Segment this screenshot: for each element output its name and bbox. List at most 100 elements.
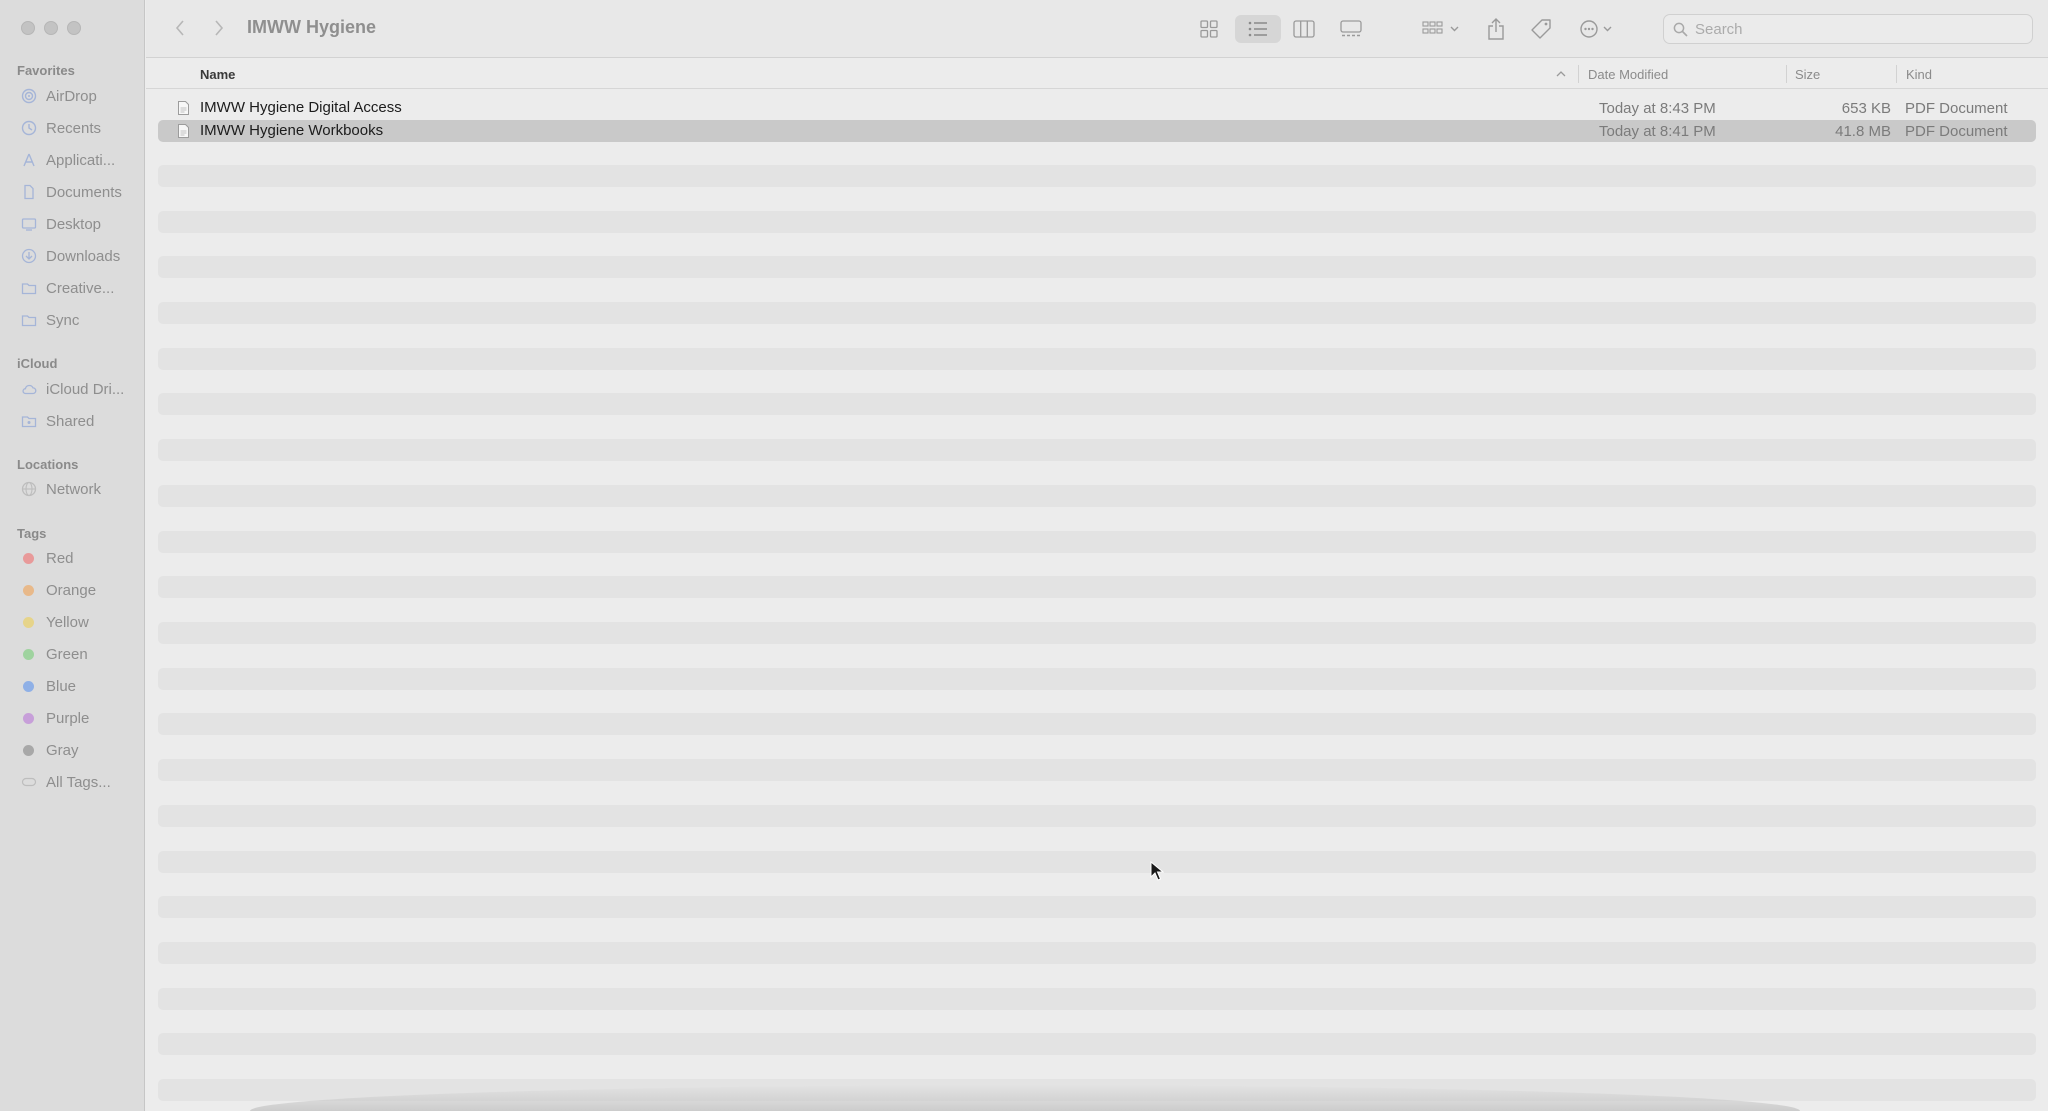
file-date: Today at 8:41 PM [1599,123,1716,140]
empty-row-stripe [158,988,2036,1010]
sidebar-item-creative[interactable]: Creative... [20,276,142,300]
sidebar-item-label: iCloud Dri... [46,380,125,398]
empty-row-stripe [158,851,2036,873]
cloud-icon [20,381,37,398]
empty-row-stripe [158,256,2036,278]
sidebar-item-desktop[interactable]: Desktop [20,212,142,236]
sidebar-tag-yellow[interactable]: Yellow [20,610,142,634]
sidebar-item-label: Desktop [46,215,102,233]
clock-icon [20,120,37,137]
tag-dot-icon [23,744,34,756]
sidebar-item-sync[interactable]: Sync [20,308,142,332]
window-controls [21,21,81,35]
column-header-kind[interactable]: Kind [1906,59,1932,89]
icon-view-button[interactable] [1194,15,1224,43]
tags-heading: Tags [17,526,47,541]
sidebar-item-label: Red [46,549,74,567]
empty-row-stripe [158,896,2036,918]
sidebar-item-icloud-drive[interactable]: iCloud Dri... [20,377,142,401]
grid-icon [1200,20,1218,38]
sidebar-item-label: Purple [46,709,90,727]
file-name: IMWW Hygiene Workbooks [200,122,384,139]
tag-dot-icon [23,616,34,628]
tag-dot-icon [23,712,34,724]
empty-row-stripe [158,531,2036,553]
download-icon [20,248,37,265]
toolbar: IMWW Hygiene Search [146,0,2048,58]
chevron-left-icon [175,20,184,36]
folder-icon [20,312,37,329]
locations-heading: Locations [17,457,79,472]
file-date: Today at 8:43 PM [1599,100,1716,117]
favorites-heading: Favorites [17,63,75,78]
tag-dot-icon [23,680,34,692]
share-icon [1488,18,1504,40]
document-icon [20,184,37,201]
sidebar-tag-blue[interactable]: Blue [20,674,142,698]
forward-button[interactable] [209,17,229,39]
empty-row-stripe [158,439,2036,461]
column-divider[interactable] [1896,65,1897,83]
pdf-file-icon [178,124,189,138]
sidebar-tag-gray[interactable]: Gray [20,738,142,762]
column-header-date[interactable]: Date Modified [1588,59,1668,89]
close-button[interactable] [21,21,35,35]
sidebar-item-label: Yellow [46,613,89,631]
tag-button[interactable] [1529,15,1553,43]
file-name: IMWW Hygiene Digital Access [200,99,402,116]
empty-row-stripe [158,668,2036,690]
column-header-name[interactable]: Name [200,59,235,89]
airdrop-icon [20,88,37,105]
folder-icon [20,280,37,297]
column-header-size[interactable]: Size [1795,59,1820,89]
empty-row-stripe [158,211,2036,233]
empty-row-stripe [158,302,2036,324]
file-row[interactable]: IMWW Hygiene Digital Access Today at 8:4… [158,97,2036,119]
more-actions-button[interactable] [1578,15,1620,43]
sidebar-item-label: Orange [46,581,97,599]
file-size: 41.8 MB [1835,123,1891,140]
sidebar-item-airdrop[interactable]: AirDrop [20,84,142,108]
desktop-icon [20,216,37,233]
sidebar-tag-green[interactable]: Green [20,642,142,666]
gallery-icon [1340,20,1362,37]
file-size: 653 KB [1841,100,1891,117]
sidebar-all-tags[interactable]: All Tags... [20,770,142,794]
sidebar-item-applications[interactable]: Applicati... [20,148,142,172]
minimize-button[interactable] [44,21,58,35]
back-button[interactable] [170,17,190,39]
sidebar-tag-orange[interactable]: Orange [20,578,142,602]
gallery-view-button[interactable] [1336,15,1366,43]
sidebar-item-label: Applicati... [46,151,116,169]
sidebar: Favorites AirDrop Recents Applicati... D… [0,0,145,1111]
file-kind: PDF Document [1905,123,2008,140]
sidebar-item-recents[interactable]: Recents [20,116,142,140]
empty-row-stripe [158,165,2036,187]
empty-row-stripe [158,713,2036,735]
file-row[interactable]: IMWW Hygiene Workbooks Today at 8:41 PM … [158,120,2036,142]
empty-row-stripe [158,622,2036,644]
sidebar-tag-red[interactable]: Red [20,546,142,570]
list-icon [1248,21,1267,37]
sidebar-item-documents[interactable]: Documents [20,180,142,204]
column-divider[interactable] [1578,65,1579,83]
mouse-cursor-icon [1150,861,1164,881]
sidebar-tag-purple[interactable]: Purple [20,706,142,730]
share-button[interactable] [1484,15,1508,43]
sidebar-item-label: Documents [46,183,122,201]
sidebar-item-downloads[interactable]: Downloads [20,244,142,268]
tag-icon [20,774,37,791]
search-field[interactable]: Search [1663,14,2033,44]
sidebar-item-shared[interactable]: Shared [20,409,142,433]
column-view-button[interactable] [1289,15,1319,43]
column-divider[interactable] [1786,65,1787,83]
zoom-button[interactable] [67,21,81,35]
file-kind: PDF Document [1905,100,2008,117]
list-view-button[interactable] [1235,15,1281,43]
search-placeholder: Search [1695,20,1743,38]
sidebar-item-label: Network [46,480,102,498]
icloud-heading: iCloud [17,356,58,371]
group-by-button[interactable] [1421,15,1463,43]
tag-dot-icon [23,552,34,564]
sidebar-item-network[interactable]: Network [20,477,142,501]
